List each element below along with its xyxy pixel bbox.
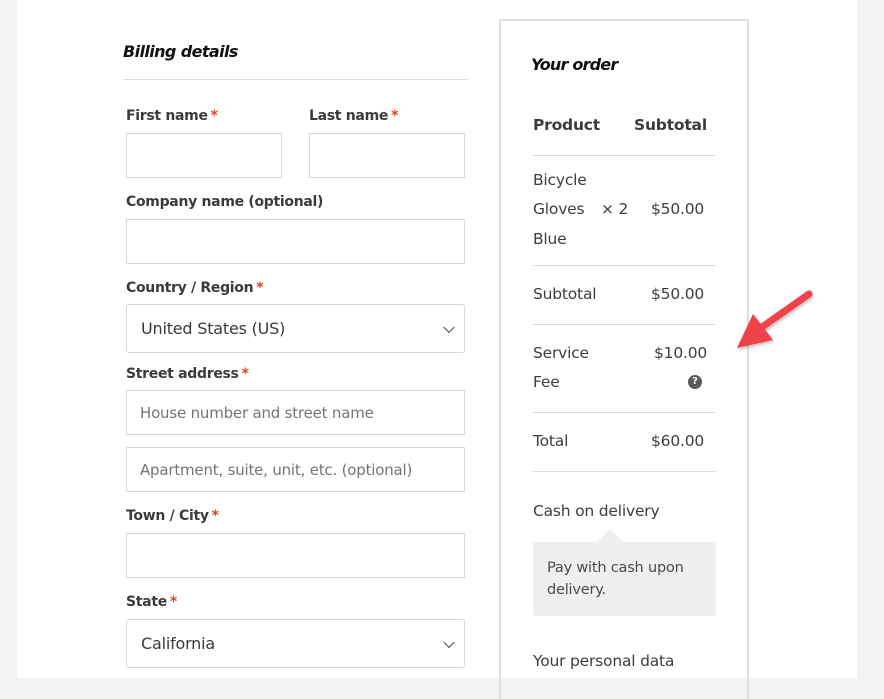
order-divider [533, 265, 716, 266]
payment-description: Pay with cash upon delivery. [547, 560, 684, 598]
payment-method-cod[interactable]: Cash on delivery [533, 502, 660, 520]
city-input[interactable] [126, 533, 465, 578]
order-divider [533, 155, 716, 156]
required-marker: * [391, 108, 399, 124]
country-label-text: Country / Region [126, 280, 254, 296]
state-label-text: State [126, 594, 167, 610]
required-marker: * [211, 508, 219, 524]
company-label: Company name (optional) [126, 194, 324, 210]
required-marker: * [256, 280, 264, 296]
company-input[interactable] [126, 219, 465, 264]
product-name-line: Gloves [533, 200, 585, 218]
chevron-down-icon [443, 636, 455, 648]
order-divider [533, 324, 716, 325]
billing-title: Billing details [123, 42, 238, 61]
street-address-label: Street address * [126, 366, 249, 382]
service-fee-value: $10.00 [654, 344, 708, 362]
country-select[interactable]: United States (US) [126, 304, 465, 353]
required-marker: * [210, 108, 218, 124]
required-marker: * [169, 594, 177, 610]
product-line-total: $50.00 [651, 200, 705, 218]
street-address-label-text: Street address [126, 366, 239, 382]
payment-description-box: Pay with cash upon delivery. [533, 529, 716, 616]
question-circle-icon[interactable]: ? [688, 375, 702, 389]
subtotal-label: Subtotal [533, 285, 597, 303]
country-selected-value: United States (US) [141, 319, 286, 338]
checkout-page: Billing details First name * Last name * C… [17, 0, 857, 699]
order-summary: Your order Product Subtotal Bicycle Glov… [499, 19, 749, 699]
street-address-line2-input[interactable]: Apartment, suite, unit, etc. (optional) [126, 447, 465, 492]
service-fee-label-line: Fee [533, 373, 560, 391]
street-address-line1-input[interactable]: House number and street name [126, 390, 465, 435]
order-divider [533, 471, 716, 472]
chevron-down-icon [443, 321, 455, 333]
state-selected-value: California [141, 634, 215, 653]
product-name-line: Bicycle [533, 171, 587, 189]
required-marker: * [241, 366, 249, 382]
subtotal-value: $50.00 [651, 285, 705, 303]
product-column-header: Product [533, 116, 600, 134]
last-name-input[interactable] [309, 133, 465, 178]
order-title: Your order [531, 55, 618, 74]
city-label: Town / City * [126, 508, 219, 524]
last-name-label: Last name * [309, 108, 398, 124]
annotation-arrow-icon [737, 290, 813, 348]
first-name-label: First name * [126, 108, 218, 124]
payment-box-caret [597, 529, 623, 542]
country-label: Country / Region * [126, 280, 264, 296]
order-divider [533, 412, 716, 413]
product-quantity: × 2 [601, 200, 629, 218]
total-value: $60.00 [651, 432, 705, 450]
first-name-input[interactable] [126, 133, 282, 178]
product-name-line: Blue [533, 230, 567, 248]
service-fee-label-line: Service [533, 344, 589, 362]
state-select[interactable]: California [126, 619, 465, 668]
state-label: State * [126, 594, 177, 610]
subtotal-column-header: Subtotal [634, 116, 707, 134]
total-label: Total [533, 432, 569, 450]
city-label-text: Town / City [126, 508, 209, 524]
last-name-label-text: Last name [309, 108, 389, 124]
first-name-label-text: First name [126, 108, 208, 124]
arrow-shaft [751, 290, 813, 336]
personal-data-heading: Your personal data [533, 652, 675, 670]
billing-divider [123, 79, 468, 80]
